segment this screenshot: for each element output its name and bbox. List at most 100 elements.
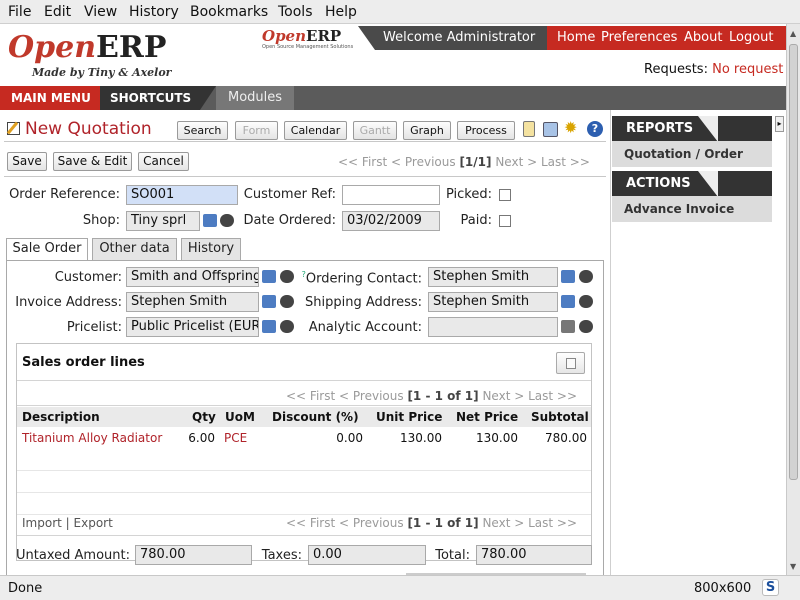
link-logout[interactable]: Logout	[729, 26, 774, 50]
lines-footer-pager-first[interactable]: << First	[286, 516, 335, 530]
invoice-address-label: Invoice Address:	[15, 295, 122, 310]
link-preferences[interactable]: Preferences	[601, 26, 677, 50]
pager-first[interactable]: << First	[338, 155, 387, 169]
analytic-account-input[interactable]	[428, 317, 558, 337]
open-folder-icon[interactable]	[262, 320, 276, 333]
menu-view[interactable]: View	[84, 4, 117, 20]
open-folder-icon[interactable]	[262, 295, 276, 308]
picked-checkbox[interactable]	[499, 189, 511, 201]
list-toggle-icon[interactable]	[556, 352, 585, 374]
openerp-logo[interactable]: OpenERP	[8, 30, 166, 65]
open-folder-icon[interactable]	[561, 320, 575, 333]
col-net-price[interactable]: Net Price	[456, 410, 518, 424]
magnifier-icon[interactable]	[579, 295, 593, 308]
customer-ref-label: Customer Ref:	[243, 187, 336, 202]
action-advance-invoice[interactable]: Advance Invoice	[612, 196, 772, 222]
view-search-button[interactable]: Search	[177, 121, 228, 140]
scroll-thumb[interactable]	[789, 44, 798, 480]
col-subtotal[interactable]: Subtotal	[531, 410, 589, 424]
col-description[interactable]: Description	[22, 410, 100, 424]
cancel-button[interactable]: Cancel	[138, 152, 189, 171]
view-calendar-button[interactable]: Calendar	[284, 121, 347, 140]
menu-tools[interactable]: Tools	[278, 4, 313, 20]
menu-help[interactable]: Help	[325, 4, 357, 20]
menu-history[interactable]: History	[129, 4, 179, 20]
magnifier-icon[interactable]	[280, 320, 294, 333]
print-icon[interactable]	[543, 122, 558, 137]
col-uom[interactable]: UoM	[225, 410, 255, 424]
pager-next[interactable]: Next >	[495, 155, 537, 169]
tab-history[interactable]: History	[181, 238, 241, 260]
attachment-icon[interactable]	[523, 121, 535, 137]
lines-pager-first[interactable]: << First	[286, 389, 335, 403]
report-quotation-order[interactable]: Quotation / Order	[612, 141, 772, 167]
modules-tab[interactable]: Modules	[216, 86, 294, 110]
paid-checkbox[interactable]	[499, 215, 511, 227]
view-graph-button[interactable]: Graph	[403, 121, 451, 140]
sidebar-collapse-arrow[interactable]: ▸	[775, 116, 784, 132]
date-ordered-input[interactable]: 03/02/2009	[342, 211, 440, 231]
save-edit-button[interactable]: Save & Edit	[53, 152, 132, 171]
main-menu-button[interactable]: MAIN MENU	[0, 86, 100, 110]
link-home[interactable]: Home	[557, 26, 595, 50]
export-link[interactable]: Export	[74, 516, 113, 530]
menu-edit[interactable]: Edit	[44, 4, 71, 20]
welcome-bar-edge	[358, 26, 375, 50]
link-about[interactable]: About	[684, 26, 722, 50]
lines-pager-last[interactable]: Last >>	[528, 389, 577, 403]
magnifier-icon[interactable]	[280, 270, 294, 283]
shortcuts-button[interactable]: SHORTCUTS	[100, 86, 200, 110]
save-button[interactable]: Save	[7, 152, 47, 171]
customer-ref-input[interactable]	[342, 185, 440, 205]
pager-previous[interactable]: < Previous	[391, 155, 456, 169]
table-row[interactable]: Titanium Alloy Radiator 6.00 PCE 0.00 13…	[17, 427, 591, 449]
col-unit-price[interactable]: Unit Price	[376, 410, 442, 424]
scroll-up-arrow[interactable]: ▲	[790, 29, 796, 38]
customer-input[interactable]: Smith and Offspring	[126, 267, 259, 287]
invoice-address-input[interactable]: Stephen Smith	[126, 292, 259, 312]
lines-footer-pager-last[interactable]: Last >>	[528, 516, 577, 530]
menu-bookmarks[interactable]: Bookmarks	[190, 4, 268, 20]
bug-icon[interactable]: ✹	[564, 118, 577, 137]
s-plugin-icon[interactable]: S	[762, 579, 779, 596]
view-form-button[interactable]: Form	[235, 121, 278, 140]
row-net-price: 130.00	[476, 431, 518, 445]
col-discount[interactable]: Discount (%)	[272, 410, 359, 424]
magnifier-icon[interactable]	[280, 295, 294, 308]
vertical-scrollbar[interactable]: ▲ ▼	[786, 24, 800, 575]
tab-sale-order[interactable]: Sale Order	[6, 238, 88, 261]
import-link[interactable]: Import	[22, 516, 62, 530]
view-gantt-button[interactable]: Gantt	[353, 121, 397, 140]
shipping-address-input[interactable]: Stephen Smith	[428, 292, 558, 312]
order-ref-input[interactable]: SO001	[126, 185, 238, 205]
magnifier-icon[interactable]	[579, 320, 593, 333]
open-folder-icon[interactable]	[262, 270, 276, 283]
col-qty[interactable]: Qty	[192, 410, 216, 424]
view-process-button[interactable]: Process	[457, 121, 515, 140]
lines-footer-pager-next[interactable]: Next >	[482, 516, 524, 530]
shop-select[interactable]: Tiny sprl	[126, 211, 200, 231]
pager-last[interactable]: Last >>	[541, 155, 590, 169]
lines-pager-next[interactable]: Next >	[482, 389, 524, 403]
row-divider	[17, 492, 591, 493]
open-folder-icon[interactable]	[561, 270, 575, 283]
open-folder-icon[interactable]	[561, 295, 575, 308]
customer-label: Customer:	[54, 270, 122, 285]
magnifier-icon[interactable]	[579, 270, 593, 283]
row-uom[interactable]: PCE	[224, 431, 247, 445]
page-viewport: OpenERP Made by Tiny & Axelor OpenERP Op…	[0, 24, 786, 575]
scroll-down-arrow[interactable]: ▼	[790, 562, 796, 571]
magnifier-icon[interactable]	[220, 214, 234, 227]
lines-footer-pager-previous[interactable]: < Previous	[339, 516, 404, 530]
order-ref-label: Order Reference:	[9, 187, 120, 202]
requests-link[interactable]: No request	[712, 62, 783, 77]
help-icon[interactable]: ?	[587, 121, 603, 137]
open-folder-icon[interactable]	[203, 214, 217, 227]
pricelist-select[interactable]: Public Pricelist (EUR)	[126, 317, 259, 337]
tab-other-data[interactable]: Other data	[92, 238, 177, 260]
lines-pager: << First < Previous [1 - 1 of 1] Next > …	[286, 389, 577, 403]
menu-file[interactable]: File	[8, 4, 31, 20]
lines-pager-previous[interactable]: < Previous	[339, 389, 404, 403]
row-description[interactable]: Titanium Alloy Radiator	[22, 431, 162, 445]
ordering-contact-input[interactable]: Stephen Smith	[428, 267, 558, 287]
